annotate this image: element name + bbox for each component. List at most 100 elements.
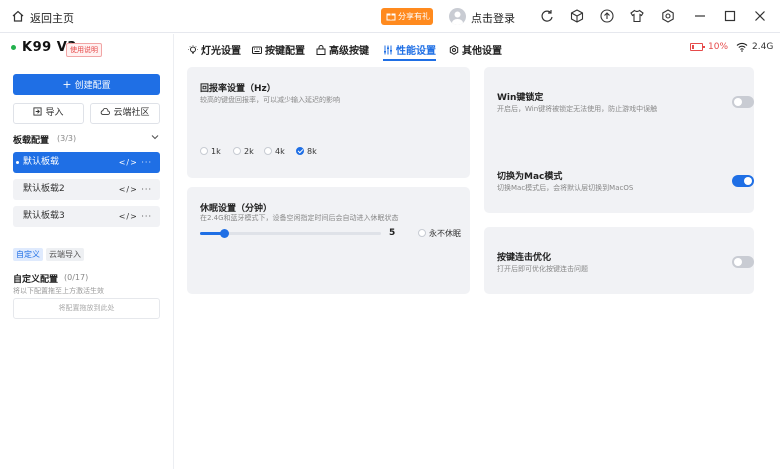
wifi-icon xyxy=(736,42,748,52)
lock-key-icon xyxy=(316,45,326,55)
connection-mode: 2.4G xyxy=(752,42,774,52)
radio-circle xyxy=(233,147,241,155)
polling-option-8k[interactable]: 8k xyxy=(296,147,317,156)
key-repeat-desc: 打开后即可优化按键连击问题 xyxy=(497,265,588,273)
import-icon xyxy=(33,107,43,116)
tab-key-config[interactable]: 按键配置 xyxy=(252,42,305,58)
chevron-down-icon[interactable] xyxy=(151,133,159,141)
onboard-profiles-header: 板载配置 xyxy=(13,136,50,146)
sleep-value: 5 xyxy=(389,228,396,238)
config-drop-zone[interactable]: 将配置拖放到此处 xyxy=(13,298,160,319)
win-lock-title: Win键锁定 xyxy=(497,93,544,103)
avatar[interactable] xyxy=(449,8,466,25)
import-label: 导入 xyxy=(45,108,64,118)
slider-handle[interactable] xyxy=(219,229,229,238)
sidebar: K99 V3 使用说明 + 创建配置 导入 云端社区 板载配置 (3/3) 默认板… xyxy=(0,34,174,469)
key-repeat-title: 按键连击优化 xyxy=(497,253,552,263)
radio-circle xyxy=(200,147,208,155)
profile-label: 默认板载2 xyxy=(23,184,65,194)
upload-icon[interactable] xyxy=(600,9,614,23)
mac-mode-title: 切换为Mac模式 xyxy=(497,172,563,182)
radio-checked-icon xyxy=(296,147,304,155)
battery-percent: 10% xyxy=(708,42,729,52)
radio-circle xyxy=(418,229,426,237)
tab-custom[interactable]: 自定义 xyxy=(13,248,43,261)
sleep-slider[interactable] xyxy=(200,229,381,238)
polling-option-label: 8k xyxy=(307,147,317,156)
close-icon[interactable] xyxy=(753,9,767,23)
mac-mode-desc: 切换Mac模式后，会将默认层切换到MacOS xyxy=(497,184,634,192)
active-indicator xyxy=(16,161,19,164)
polling-option-1k[interactable]: 1k xyxy=(200,147,221,156)
tab-cloud-import[interactable]: 云端导入 xyxy=(46,248,84,261)
home-icon[interactable] xyxy=(12,10,24,22)
profile-item-1[interactable]: 默认板载 </> ··· xyxy=(13,152,160,173)
cloud-community-button[interactable]: 云端社区 xyxy=(90,103,160,124)
tab-lighting-label: 灯光设置 xyxy=(201,46,241,57)
key-repeat-toggle[interactable] xyxy=(732,256,754,268)
tab-other-settings[interactable]: 其他设置 xyxy=(449,42,502,58)
tab-advanced-keys[interactable]: 高级按键 xyxy=(316,42,369,58)
polling-option-label: 2k xyxy=(244,147,254,156)
connection-status-dot xyxy=(11,45,16,50)
main-content: 灯光设置 按键配置 高级按键 性能设置 其他设置 10% 2.4G 回报率设置（… xyxy=(175,34,780,469)
radio-circle xyxy=(264,147,272,155)
battery-icon xyxy=(690,43,705,51)
profile-actions[interactable]: </> ··· xyxy=(119,179,152,200)
win-lock-toggle[interactable] xyxy=(732,96,754,108)
profile-label: 默认板载3 xyxy=(23,211,65,221)
profile-actions[interactable]: </> ··· xyxy=(119,206,152,227)
mac-mode-card: 切换为Mac模式 切换Mac模式后，会将默认层切换到MacOS xyxy=(484,147,754,213)
profile-label: 默认板载 xyxy=(23,157,60,167)
tab-other-settings-label: 其他设置 xyxy=(462,46,502,57)
create-config-button[interactable]: + 创建配置 xyxy=(13,74,160,95)
tab-lighting[interactable]: 灯光设置 xyxy=(188,42,241,58)
keyboard-icon xyxy=(252,46,262,54)
usage-guide-badge[interactable]: 使用说明 xyxy=(66,43,102,57)
polling-option-label: 1k xyxy=(211,147,221,156)
cloud-icon xyxy=(101,107,111,115)
user-icon xyxy=(452,11,463,25)
sleep-card: 休眠设置（分钟） 在2.4G和蓝牙模式下，设备空闲指定时间后会自动进入休眠状态 xyxy=(187,187,470,294)
minimize-icon[interactable] xyxy=(693,9,707,23)
settings-icon[interactable] xyxy=(661,9,675,23)
key-repeat-card: 按键连击优化 打开后即可优化按键连击问题 xyxy=(484,227,754,294)
win-lock-desc: 开启后，Win键将被锁定无法使用，防止游戏中误触 xyxy=(497,105,658,113)
share-gift-button[interactable]: 分享有礼 xyxy=(381,8,433,25)
profile-item-2[interactable]: 默认板载2 </> ··· xyxy=(13,179,160,200)
profile-actions[interactable]: </> ··· xyxy=(119,152,152,173)
import-button[interactable]: 导入 xyxy=(13,103,84,124)
custom-config-count: (0/17) xyxy=(64,273,89,282)
gear-icon xyxy=(449,45,459,55)
shirt-icon[interactable] xyxy=(630,9,644,23)
maximize-icon[interactable] xyxy=(723,9,737,23)
title-bar: 返回主页 分享有礼 点击登录 xyxy=(0,0,780,33)
tab-advanced-keys-label: 高级按键 xyxy=(329,46,369,57)
onboard-profiles-count: (3/3) xyxy=(57,134,77,143)
polling-option-label: 4k xyxy=(275,147,285,156)
custom-config-hint: 将以下配置拖至上方激活生效 xyxy=(13,287,104,295)
profile-item-3[interactable]: 默认板载3 </> ··· xyxy=(13,206,160,227)
refresh-icon[interactable] xyxy=(540,9,554,23)
mac-mode-toggle[interactable] xyxy=(732,175,754,187)
polling-option-4k[interactable]: 4k xyxy=(264,147,285,156)
never-sleep-label: 永不休眠 xyxy=(429,229,461,238)
never-sleep-option[interactable]: 永不休眠 xyxy=(418,228,461,239)
sleep-desc: 在2.4G和蓝牙模式下，设备空闲指定时间后会自动进入休眠状态 xyxy=(200,214,399,222)
back-home-link[interactable]: 返回主页 xyxy=(30,10,74,26)
polling-option-2k[interactable]: 2k xyxy=(233,147,254,156)
polling-rate-card: 回报率设置（Hz） 较高的键盘回报率，可以减少输入延迟的影响 1k 2k 4k … xyxy=(187,67,470,178)
tab-performance[interactable]: 性能设置 xyxy=(383,42,436,61)
bulb-icon xyxy=(188,45,198,54)
login-link[interactable]: 点击登录 xyxy=(471,10,515,26)
share-label: 分享有礼 xyxy=(398,12,430,21)
plus-icon: + xyxy=(62,78,72,91)
polling-rate-title: 回报率设置（Hz） xyxy=(200,84,276,94)
sliders-icon xyxy=(384,45,392,55)
polling-rate-desc: 较高的键盘回报率，可以减少输入延迟的影响 xyxy=(200,96,340,104)
tab-performance-label: 性能设置 xyxy=(396,46,436,57)
cloud-community-label: 云端社区 xyxy=(113,108,150,118)
tab-key-config-label: 按键配置 xyxy=(265,46,305,57)
cube-icon[interactable] xyxy=(570,9,584,23)
gift-icon xyxy=(386,13,396,21)
